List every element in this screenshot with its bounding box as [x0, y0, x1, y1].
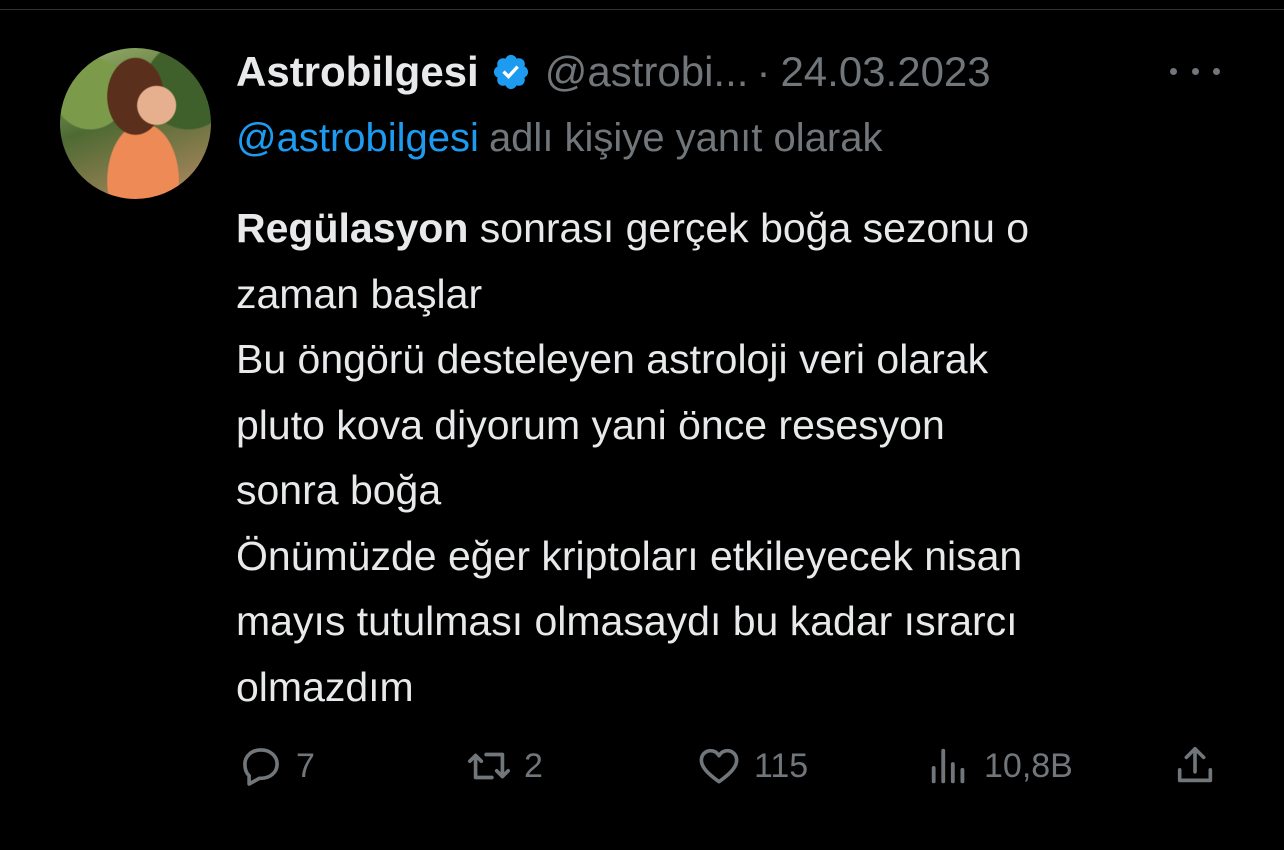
top-divider — [0, 9, 1284, 10]
views-icon — [931, 748, 965, 784]
retweet-count: 2 — [524, 746, 543, 785]
share-icon — [1177, 746, 1213, 783]
tweet-line: Bu öngörü desteleyen astroloji veri olar… — [236, 336, 989, 382]
more-dot — [1170, 67, 1177, 75]
verified-badge-icon[interactable] — [491, 52, 531, 92]
tweet-bold-word: Regülasyon — [236, 205, 469, 251]
retweet-button[interactable]: 2 — [466, 738, 543, 794]
display-name[interactable]: Astrobilgesi — [236, 48, 479, 96]
heart-icon — [699, 748, 739, 784]
tweet-line: olmazdım — [236, 663, 414, 710]
tweet-line: pluto kova diyorum yani önce resesyon — [236, 401, 945, 448]
tweet-line: sonra boğa — [236, 467, 442, 513]
retweet-icon — [468, 752, 510, 780]
share-button[interactable] — [1172, 738, 1218, 794]
reply-to-handle-link[interactable]: @astrobilgesi — [236, 116, 479, 160]
more-dot — [1191, 67, 1199, 75]
action-bar: 7 2 115 10,8B — [0, 738, 1284, 794]
tweet-line-rest: sonrası gerçek boğa sezonu o — [468, 205, 1030, 251]
reply-button[interactable]: 7 — [238, 738, 315, 794]
more-options-icon[interactable] — [1170, 56, 1220, 86]
tweet-header: Astrobilgesi @astrobi... · 24.03.2023 — [236, 44, 991, 100]
tweet-line: Önümüzde eğer kriptoları etkileyecek nis… — [236, 532, 1023, 579]
tweet-line: mayıs tutulması olmasaydı bu kadar ısrar… — [236, 598, 1018, 644]
like-count: 115 — [754, 746, 809, 785]
reply-icon — [243, 748, 279, 786]
author-handle[interactable]: @astrobi... — [545, 48, 749, 96]
like-button[interactable]: 115 — [696, 738, 808, 794]
more-dot — [1213, 67, 1220, 75]
views-button[interactable]: 10,8B — [926, 738, 1073, 794]
reply-count: 7 — [296, 746, 315, 785]
views-count: 10,8B — [984, 746, 1073, 785]
tweet-text: Regülasyon sonrası gerçek boğa sezonu o … — [236, 196, 1256, 720]
tweet-line: Regülasyon sonrası gerçek boğa sezonu o — [236, 196, 1256, 262]
tweet-date[interactable]: 24.03.2023 — [780, 48, 990, 96]
reply-to-label: adlı kişiye yanıt olarak — [488, 116, 883, 160]
avatar[interactable] — [60, 48, 211, 199]
tweet-line: zaman başlar — [236, 270, 483, 317]
reply-context: @astrobilgesi adlı kişiye yanıt olarak — [236, 116, 882, 161]
separator-dot: · — [756, 48, 771, 95]
